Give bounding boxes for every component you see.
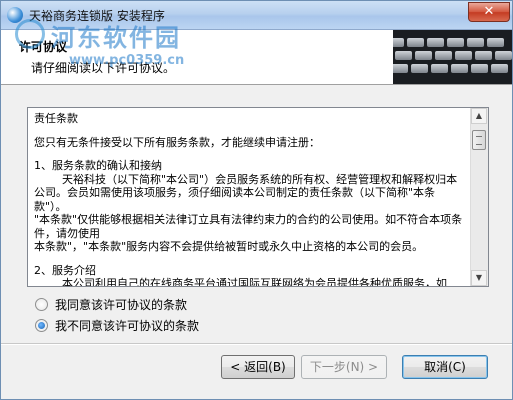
license-line: 1、服务条款的确认和接纳 bbox=[34, 159, 162, 172]
scroll-down-arrow-icon[interactable]: ▼ bbox=[471, 270, 487, 286]
next-button[interactable]: 下一步(N) > bbox=[301, 355, 387, 379]
license-scrollbar[interactable]: ▲ ▼ bbox=[470, 108, 488, 286]
radio-accept-button[interactable] bbox=[35, 297, 48, 311]
window-title: 天裕商务连锁版 安装程序 bbox=[29, 9, 165, 23]
radio-decline-label: 我不同意该许可协议的条款 bbox=[55, 318, 200, 333]
back-button[interactable]: < 返回(B) bbox=[221, 355, 295, 379]
radio-decline[interactable]: 我不同意该许可协议的条款 bbox=[35, 317, 199, 333]
license-textbox[interactable]: 责任条款 您只有无条件接受以下所有服务条款，才能继续申请注册： 1、服务条款的确… bbox=[27, 107, 489, 287]
license-line: 天裕科技（以下简称"本公司"）会员服务系统的所有权、经营管理权和解释权归本公司。… bbox=[34, 172, 458, 213]
license-line: 本条款"，"本条款"服务内容不会提供给被暂时或永久中止资格的本公司的会员。 bbox=[34, 240, 424, 253]
license-line: "本条款"仅供能够根据相关法律订立具有法律约束力的合约的公司使用。如不符合本项条… bbox=[34, 213, 463, 240]
title-bar[interactable]: 天裕商务连锁版 安装程序 ✕ bbox=[1, 1, 512, 30]
close-button[interactable]: ✕ bbox=[468, 2, 510, 22]
radio-decline-button[interactable] bbox=[35, 318, 48, 332]
wizard-header: 许可协议 请仔细阅读以下许可协议。 bbox=[1, 30, 512, 85]
radio-accept[interactable]: 我同意该许可协议的条款 bbox=[35, 296, 187, 312]
app-icon bbox=[7, 7, 23, 23]
scroll-up-arrow-icon[interactable]: ▲ bbox=[471, 108, 487, 124]
installer-window: 天裕商务连锁版 安装程序 ✕ 许可协议 请仔细阅读以下许可协议。 河东软件园 w… bbox=[0, 0, 513, 400]
page-title: 许可协议 bbox=[19, 40, 68, 54]
radio-accept-label: 我同意该许可协议的条款 bbox=[55, 297, 188, 312]
license-line: 您只有无条件接受以下所有服务条款，才能继续申请注册： bbox=[34, 135, 320, 149]
license-line: 2、服务介绍 bbox=[34, 263, 96, 277]
cancel-button[interactable]: 取消(C) bbox=[402, 355, 488, 379]
keyboard-banner-image bbox=[393, 30, 512, 84]
footer-divider bbox=[1, 343, 512, 345]
page-subtitle: 请仔细阅读以下许可协议。 bbox=[31, 61, 176, 75]
license-line: 本公司利用自己的在线商务平台通过国际互联网络为会员提供各种优质服务，如 bbox=[34, 277, 447, 286]
scroll-thumb[interactable] bbox=[472, 130, 486, 150]
license-line: 责任条款 bbox=[34, 112, 78, 125]
license-text: 责任条款 您只有无条件接受以下所有服务条款，才能继续申请注册： 1、服务条款的确… bbox=[28, 108, 471, 286]
